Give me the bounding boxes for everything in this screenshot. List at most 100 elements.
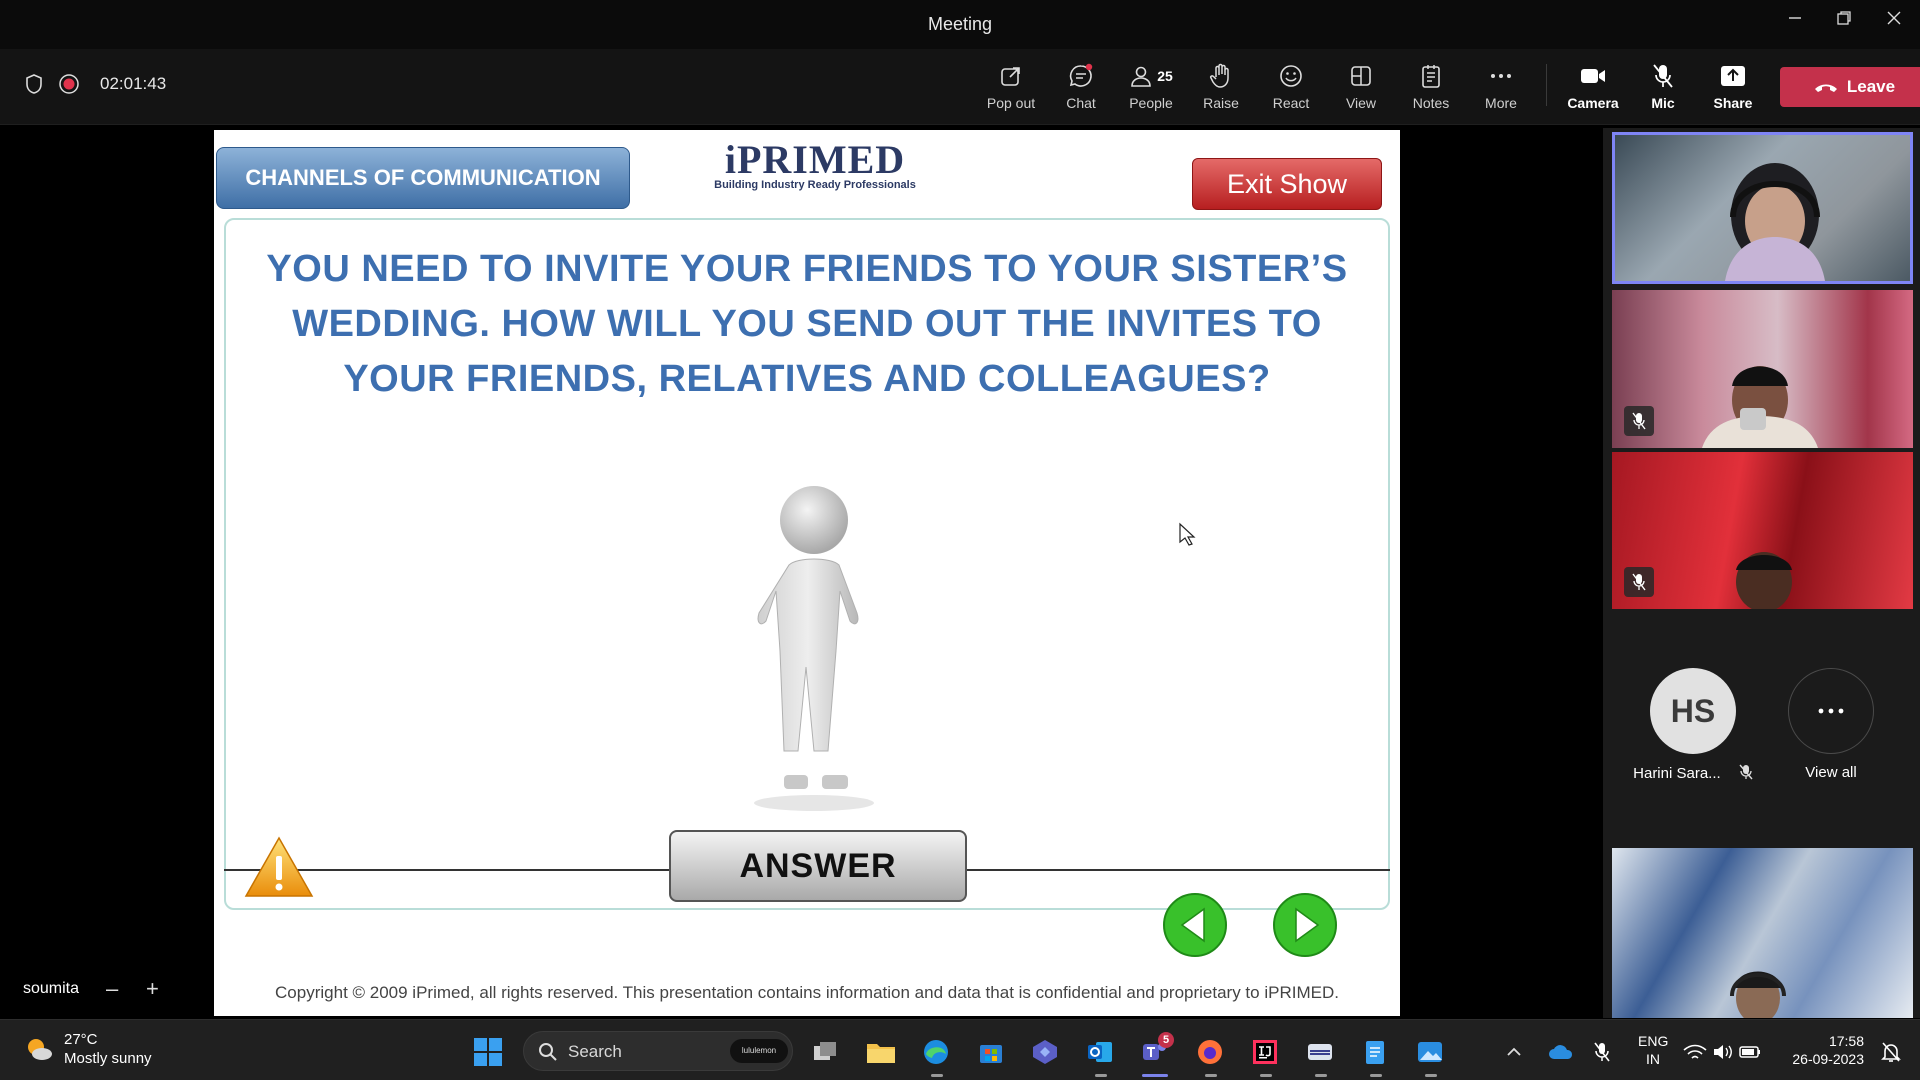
participant-video-2[interactable] bbox=[1612, 290, 1913, 448]
close-icon bbox=[1887, 11, 1901, 25]
more-icon bbox=[1818, 708, 1844, 714]
participant-video-active[interactable] bbox=[1612, 132, 1913, 284]
teams-button[interactable]: 5 bbox=[1135, 1032, 1175, 1072]
presentation-slide: CHANNELS OF COMMUNICATION iPRIMED Buildi… bbox=[214, 130, 1400, 1016]
leave-button[interactable]: Leave bbox=[1780, 67, 1920, 107]
raise-label: Raise bbox=[1203, 95, 1239, 111]
section-title: CHANNELS OF COMMUNICATION bbox=[216, 147, 630, 209]
smile-icon bbox=[1280, 65, 1302, 87]
chat-label: Chat bbox=[1066, 95, 1096, 111]
participant-name-text: Harini Sara... bbox=[1633, 765, 1721, 782]
copilot-button[interactable] bbox=[1025, 1032, 1065, 1072]
language-indicator[interactable]: ENG IN bbox=[1638, 1032, 1668, 1068]
running-indicator bbox=[1205, 1074, 1217, 1077]
tray-mic-button[interactable] bbox=[1584, 1032, 1620, 1072]
participant-video-3[interactable] bbox=[1612, 452, 1913, 609]
windows-taskbar: 27°C Mostly sunny Search lululemon 5 ENG… bbox=[0, 1019, 1920, 1080]
notifications-button[interactable] bbox=[1874, 1032, 1908, 1072]
question-line-3: YOUR FRIENDS, RELATIVES AND COLLEAGUES? bbox=[343, 358, 1271, 400]
meeting-status: 02:01:43 bbox=[24, 73, 166, 95]
outlook-icon bbox=[1088, 1042, 1112, 1062]
view-all-label: View all bbox=[1805, 764, 1857, 781]
previous-slide-icon[interactable] bbox=[1162, 892, 1228, 958]
iprimed-logo: iPRIMED Building Industry Ready Professi… bbox=[710, 136, 920, 216]
running-indicator bbox=[1095, 1074, 1107, 1077]
app-button[interactable] bbox=[1300, 1032, 1340, 1072]
running-indicator bbox=[931, 1074, 943, 1077]
mic-button[interactable]: Mic bbox=[1628, 61, 1698, 117]
people-count: 25 bbox=[1157, 68, 1173, 84]
toolbar-separator bbox=[1546, 64, 1547, 106]
zoom-out-button[interactable]: – bbox=[106, 976, 118, 1002]
photos-button[interactable] bbox=[1410, 1032, 1450, 1072]
outlook-button[interactable] bbox=[1080, 1032, 1120, 1072]
file-explorer-button[interactable] bbox=[861, 1032, 901, 1072]
answer-button[interactable]: ANSWER bbox=[669, 830, 967, 902]
participant-avatar-harini[interactable]: HS Harini Sara... bbox=[1633, 668, 1753, 782]
restore-icon bbox=[1837, 11, 1851, 25]
warning-icon[interactable] bbox=[244, 836, 314, 898]
participant-name: Harini Sara... bbox=[1633, 764, 1753, 782]
people-button[interactable]: 25 People bbox=[1116, 61, 1186, 117]
popout-icon bbox=[1001, 67, 1020, 86]
region-code: IN bbox=[1646, 1051, 1660, 1067]
view-button[interactable]: View bbox=[1326, 61, 1396, 117]
microsoft-store-button[interactable] bbox=[971, 1032, 1011, 1072]
weather-condition: Mostly sunny bbox=[64, 1050, 152, 1067]
logo-text: iPRIMED bbox=[724, 137, 906, 182]
restore-button[interactable] bbox=[1824, 10, 1864, 38]
camera-button[interactable]: Camera bbox=[1558, 61, 1628, 117]
clock[interactable]: 17:58 26-09-2023 bbox=[1784, 1032, 1864, 1068]
share-button[interactable]: Share bbox=[1698, 61, 1768, 117]
intellij-icon bbox=[1253, 1040, 1277, 1064]
weather-widget[interactable]: 27°C Mostly sunny bbox=[24, 1030, 152, 1068]
next-slide-icon[interactable] bbox=[1272, 892, 1338, 958]
view-label: View bbox=[1345, 95, 1377, 111]
mouse-cursor-icon bbox=[1179, 522, 1196, 546]
question-line-2: WEDDING. HOW WILL YOU SEND OUT THE INVIT… bbox=[292, 303, 1322, 345]
minimize-icon bbox=[1789, 17, 1801, 19]
person-figure-icon bbox=[754, 486, 874, 811]
popout-button[interactable]: Pop out bbox=[976, 61, 1046, 117]
meeting-toolbar: 02:01:43 Pop out Chat 25 People Raise Re… bbox=[0, 49, 1920, 125]
mic-off-icon bbox=[1653, 64, 1673, 88]
layout-icon bbox=[1351, 66, 1371, 86]
teams-notification-badge: 5 bbox=[1158, 1032, 1174, 1048]
mic-off-icon bbox=[1632, 573, 1646, 591]
people-label: People bbox=[1129, 95, 1173, 111]
notes-button[interactable]: Notes bbox=[1396, 61, 1466, 117]
bell-off-icon bbox=[1881, 1042, 1901, 1062]
edge-browser-button[interactable] bbox=[916, 1032, 956, 1072]
show-hidden-icons-button[interactable] bbox=[1502, 1032, 1526, 1072]
window-title: Meeting bbox=[927, 14, 993, 34]
taskbar-search[interactable]: Search lululemon bbox=[523, 1031, 793, 1071]
recording-icon bbox=[59, 74, 79, 94]
logo-tagline: Building Industry Ready Professionals bbox=[714, 179, 916, 191]
exit-show-button[interactable]: Exit Show bbox=[1192, 158, 1382, 210]
chat-button[interactable]: Chat bbox=[1046, 61, 1116, 117]
more-button[interactable]: More bbox=[1466, 61, 1536, 117]
close-button[interactable] bbox=[1874, 10, 1914, 38]
minimize-button[interactable] bbox=[1775, 10, 1815, 38]
react-button[interactable]: React bbox=[1256, 61, 1326, 117]
mic-label: Mic bbox=[1651, 95, 1675, 111]
task-view-button[interactable] bbox=[806, 1032, 846, 1072]
self-video-preview[interactable] bbox=[1612, 848, 1913, 1018]
raise-hand-button[interactable]: Raise bbox=[1186, 61, 1256, 117]
photos-icon bbox=[1418, 1042, 1442, 1062]
start-button[interactable] bbox=[468, 1032, 508, 1072]
network-volume-battery[interactable] bbox=[1680, 1032, 1764, 1072]
chat-icon bbox=[1069, 63, 1093, 87]
title-bar: Meeting bbox=[0, 0, 1920, 49]
onedrive-button[interactable] bbox=[1543, 1032, 1579, 1072]
notepad-button[interactable] bbox=[1355, 1032, 1395, 1072]
view-all-participants-button[interactable]: View all bbox=[1771, 668, 1891, 781]
notes-icon bbox=[1422, 65, 1440, 88]
meeting-timer: 02:01:43 bbox=[100, 74, 167, 93]
shield-icon bbox=[26, 74, 42, 94]
intellij-button[interactable] bbox=[1245, 1032, 1285, 1072]
zoom-in-button[interactable]: + bbox=[146, 976, 159, 1002]
chevron-up-icon bbox=[1507, 1047, 1521, 1056]
popout-label: Pop out bbox=[986, 95, 1036, 111]
firefox-button[interactable] bbox=[1190, 1032, 1230, 1072]
